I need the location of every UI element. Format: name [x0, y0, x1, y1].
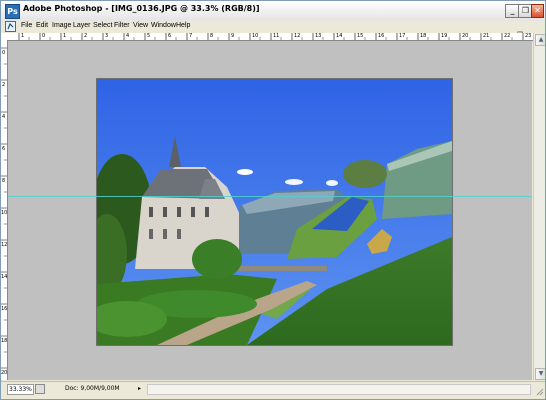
ruler-number: 10: [252, 33, 259, 39]
ruler-number: 8: [210, 33, 214, 39]
horizontal-guide-line[interactable]: [8, 196, 532, 197]
photo-image[interactable]: [96, 78, 453, 346]
vertical-ruler[interactable]: 0 2 4 6 8 10 12 14 16 18 20: [1, 40, 8, 380]
ruler-number: 2: [2, 82, 6, 88]
status-menu-arrow-icon[interactable]: ▸: [138, 384, 145, 393]
menu-layer[interactable]: Layer: [73, 22, 91, 29]
ruler-number: 22: [504, 33, 511, 39]
menu-filter[interactable]: Filter: [114, 22, 130, 29]
ruler-number: 8: [2, 178, 6, 184]
ruler-number: 13: [315, 33, 322, 39]
ruler-number: 14: [336, 33, 343, 39]
ruler-number: 7: [189, 33, 193, 39]
menu-select[interactable]: Select: [93, 22, 112, 29]
ruler-number: 20: [462, 33, 469, 39]
ruler-number: 3: [105, 33, 109, 39]
ruler-number: 20: [1, 370, 8, 376]
ruler-number: 16: [378, 33, 385, 39]
ruler-number: 0: [42, 33, 46, 39]
ruler-number: 9: [231, 33, 235, 39]
zoom-level-field[interactable]: 33.33%: [7, 384, 34, 395]
ruler-number: 15: [357, 33, 364, 39]
scroll-down-icon[interactable]: ▼: [535, 368, 545, 380]
menu-view[interactable]: View: [133, 22, 148, 29]
ruler-number: 10: [1, 210, 8, 216]
ruler-number: 1: [21, 33, 25, 39]
menu-image[interactable]: Image: [52, 22, 71, 29]
window-title: Adobe Photoshop - [IMG_0136.JPG @ 33.3% …: [23, 4, 260, 13]
ruler-number: 12: [294, 33, 301, 39]
status-icon[interactable]: [35, 384, 45, 394]
ruler-number: 16: [1, 306, 8, 312]
menu-help[interactable]: Help: [176, 22, 190, 29]
close-button[interactable]: ✕: [531, 4, 544, 18]
ruler-number: 1: [63, 33, 67, 39]
status-bar: 33.33% Doc: 9,00M/9,00M ▸: [1, 381, 545, 399]
resize-grip-icon[interactable]: [535, 387, 544, 396]
ruler-number: 0: [2, 50, 6, 56]
document-canvas[interactable]: [8, 41, 532, 380]
ruler-number: 2: [84, 33, 88, 39]
photoshop-icon: Ps: [5, 4, 20, 19]
photoshop-menu-icon[interactable]: [5, 21, 16, 32]
ruler-number: 4: [2, 114, 6, 120]
ruler-number: 12: [1, 242, 8, 248]
ruler-number: 5: [147, 33, 151, 39]
menu-file[interactable]: File: [21, 22, 32, 29]
ruler-number: 4: [126, 33, 130, 39]
ruler-number: 6: [168, 33, 172, 39]
ruler-number: 19: [441, 33, 448, 39]
ruler-number: 21: [483, 33, 490, 39]
menu-window[interactable]: Window: [151, 22, 176, 29]
menu-bar: File Edit Image Layer Select Filter View…: [1, 21, 545, 39]
ruler-number: 18: [1, 338, 8, 344]
ruler-number: 18: [420, 33, 427, 39]
ruler-number: 14: [1, 274, 8, 280]
ruler-number: 11: [273, 33, 280, 39]
document-window-controls: _ ❐ x: [499, 22, 539, 39]
ruler-number: 17: [399, 33, 406, 39]
scroll-up-icon[interactable]: ▲: [535, 34, 545, 46]
horizontal-ruler[interactable]: 1 0 1 2 3 4 5 6 7 8 9 10 11 12 13 14 15 …: [7, 33, 533, 41]
ruler-number: 6: [2, 146, 6, 152]
horizontal-scrollbar[interactable]: [147, 384, 531, 395]
vertical-scrollbar[interactable]: ▲ ▼: [533, 33, 545, 380]
title-bar[interactable]: Ps Adobe Photoshop - [IMG_0136.JPG @ 33.…: [1, 1, 545, 22]
ruler-number: 23: [525, 33, 532, 39]
photoshop-window: Ps Adobe Photoshop - [IMG_0136.JPG @ 33.…: [0, 0, 546, 400]
menu-edit[interactable]: Edit: [36, 22, 48, 29]
